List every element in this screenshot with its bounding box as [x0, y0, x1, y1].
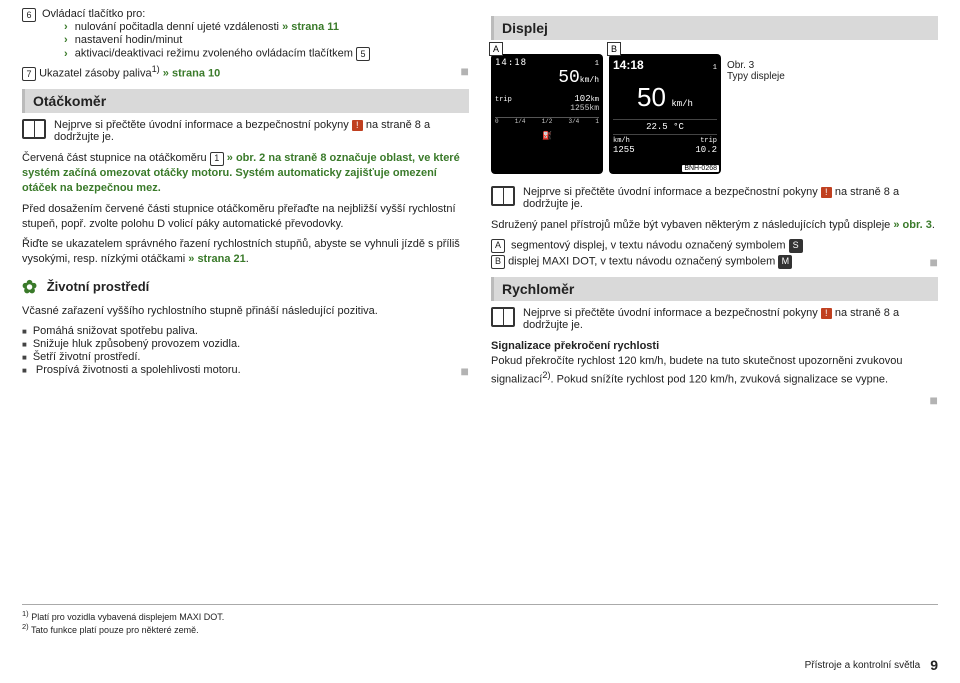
list-item: Pomáhá snižovat spotřebu paliva.	[22, 325, 469, 337]
sublist: nulování počitadla denní ujeté vzdálenos…	[64, 21, 469, 61]
panel-letter-b: B	[607, 42, 621, 56]
figure-caption: Obr. 3 Typy displeje	[727, 54, 785, 82]
marker-1: 1	[210, 152, 224, 166]
marker-b: B	[491, 255, 505, 269]
item6-label: Ovládací tlačítko pro:	[42, 8, 145, 20]
list-item: Šetří životní prostředí.	[22, 351, 469, 363]
page-number: 9	[930, 657, 938, 673]
display-panel-a: A 14:18 1 50km/h trip 102km 1255km 0 1/	[491, 54, 603, 174]
list-item: Prospívá životnosti a spolehlivosti moto…	[22, 364, 469, 376]
section-title-rychlomer: Rychloměr	[491, 277, 938, 301]
page-link[interactable]: » strana 10	[163, 68, 220, 80]
book-icon	[22, 119, 46, 139]
book-icon	[491, 186, 515, 206]
footnotes: 1) Platí pro vozidla vybavená displejem …	[22, 604, 938, 635]
list-item: 6 Ovládací tlačítko pro: nulování počita…	[22, 8, 469, 62]
fuel-icon: ⛽	[495, 131, 599, 141]
list-item: aktivaci/deaktivaci režimu zvoleného ovl…	[64, 47, 469, 61]
page-link[interactable]: » strana 11	[282, 21, 339, 33]
paragraph: Červená část stupnice na otáčkoměru 1 » …	[22, 151, 469, 196]
section-end-icon: ■	[461, 64, 469, 78]
paragraph: Před dosažením červené části stupnice ot…	[22, 202, 469, 232]
note-block: Nejprve si přečtěte úvodní informace a b…	[491, 307, 938, 331]
speed-value: 50	[637, 82, 666, 112]
section-title-displej: Displej	[491, 16, 938, 40]
temp-value: 22.5 °C	[613, 119, 717, 132]
display-figure: A 14:18 1 50km/h trip 102km 1255km 0 1/	[491, 54, 938, 174]
marker-6: 6	[22, 8, 36, 22]
page-link[interactable]: » strana 21	[188, 253, 245, 265]
section-end-icon: ■	[930, 393, 938, 407]
marker-7: 7	[22, 67, 36, 81]
list-item: nulování počitadla denní ujeté vzdálenos…	[64, 21, 469, 33]
paragraph: Sdružený panel přístrojů může být vybave…	[491, 218, 938, 233]
bullet-list: Pomáhá snižovat spotřebu paliva. Snižuje…	[22, 325, 469, 376]
fuel-gauge: 0 1/4 1/2 3/4 1	[495, 117, 599, 131]
section-end-icon: ■	[461, 364, 469, 378]
list-item: B displej MAXI DOT, v textu návodu označ…	[491, 255, 938, 269]
book-icon	[491, 307, 515, 327]
display-panel-b: B 14:18 1 50 km/h 22.5 °C km/h trip 1255…	[609, 54, 721, 174]
figure-link[interactable]: » obr. 3	[893, 219, 932, 231]
panel-letter-a: A	[489, 42, 503, 56]
section-end-icon: ■	[930, 255, 938, 269]
warning-icon: !	[352, 120, 363, 131]
right-column: Displej A 14:18 1 50km/h trip 102km 1255…	[491, 8, 938, 408]
left-column: 6 Ovládací tlačítko pro: nulování počita…	[22, 8, 469, 408]
section-title-otackomer: Otáčkoměr	[22, 89, 469, 113]
marker-a: A	[491, 239, 505, 253]
list-item: A segmentový displej, v textu návodu ozn…	[491, 239, 938, 253]
paragraph: Řiďte se ukazatelem správného řazení ryc…	[22, 237, 469, 267]
symbol-m: M	[778, 255, 792, 269]
leaf-icon: ✿	[22, 277, 37, 298]
paragraph: Včasné zařazení vyššího rychlostního stu…	[22, 304, 469, 319]
item7-label: Ukazatel zásoby paliva	[39, 68, 152, 80]
warning-icon: !	[821, 308, 832, 319]
footer-section: Přístroje a kontrolní světla	[805, 660, 921, 671]
list-item: nastavení hodin/minut	[64, 34, 469, 46]
paragraph: Signalizace překročení rychlosti Pokud p…	[491, 339, 938, 387]
symbol-s: S	[789, 239, 803, 253]
page-footer: Přístroje a kontrolní světla 9	[22, 657, 938, 673]
note-block: Nejprve si přečtěte úvodní informace a b…	[22, 119, 469, 143]
marker-5: 5	[356, 47, 370, 61]
sub-heading-environment: ✿ Životní prostředí	[22, 277, 469, 298]
image-number: BNH-0268	[682, 165, 719, 172]
list-item: Snižuje hluk způsobený provozem vozidla.	[22, 338, 469, 350]
speed-value: 50km/h	[495, 68, 599, 88]
list-item: 7 Ukazatel zásoby paliva1) » strana 10 ■	[22, 64, 469, 81]
note-block: Nejprve si přečtěte úvodní informace a b…	[491, 186, 938, 210]
warning-icon: !	[821, 187, 832, 198]
time-value: 14:18	[495, 58, 527, 68]
time-value: 14:18	[613, 58, 644, 72]
